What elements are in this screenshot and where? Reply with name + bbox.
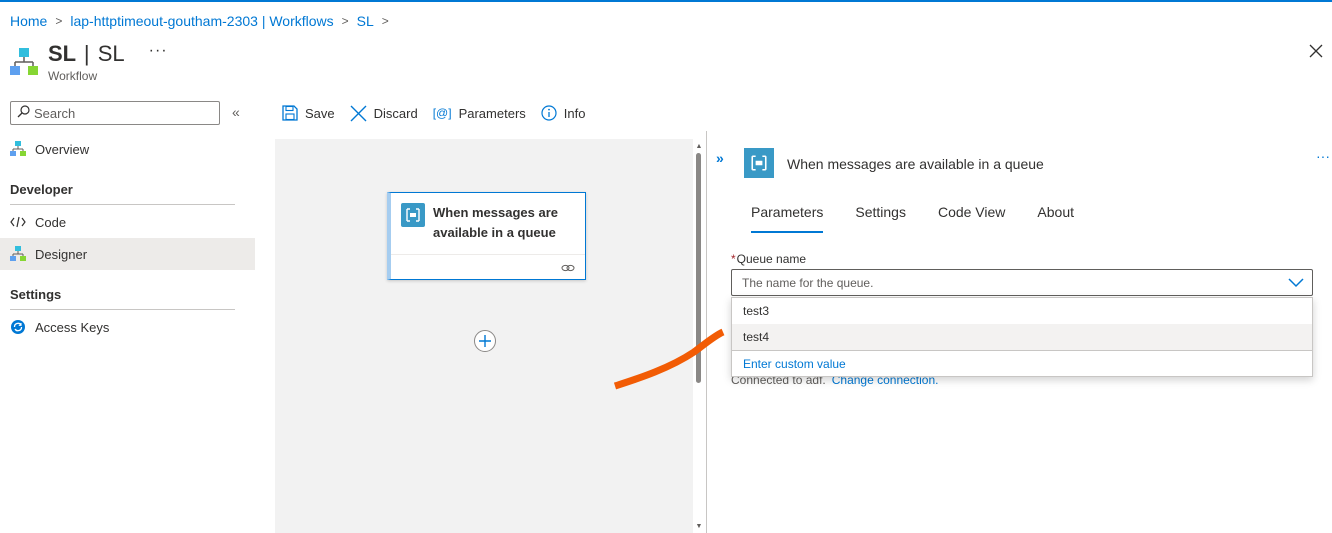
queue-name-placeholder: The name for the queue.	[742, 275, 874, 290]
tab-about[interactable]: About	[1021, 203, 1090, 233]
divider	[10, 204, 235, 205]
tab-settings[interactable]: Settings	[839, 203, 922, 233]
divider	[732, 350, 1312, 351]
sidebar-item-label: Access Keys	[35, 319, 110, 335]
search-icon	[17, 105, 30, 121]
info-button[interactable]: Info	[541, 105, 585, 121]
divider	[10, 309, 235, 310]
save-button[interactable]: Save	[282, 105, 335, 121]
option-test3[interactable]: test3	[732, 298, 1312, 324]
workflow-icon	[10, 141, 26, 157]
sidebar-item-overview[interactable]: Overview	[0, 133, 255, 165]
discard-icon	[350, 105, 367, 121]
sidebar-item-label: Overview	[35, 141, 90, 157]
trigger-card-title: When messages are available in a queue	[433, 205, 559, 240]
discard-button[interactable]: Discard	[350, 105, 418, 122]
collapse-sidebar-icon[interactable]: «	[232, 104, 240, 120]
code-icon	[10, 214, 26, 230]
queue-icon	[401, 203, 425, 227]
queue-options-menu: test3 test4 Enter custom value	[731, 297, 1313, 377]
tab-code-view[interactable]: Code View	[922, 203, 1021, 233]
breadcrumb-workflows[interactable]: lap-httptimeout-goutham-2303 | Workflows	[70, 13, 333, 29]
search-box[interactable]	[10, 101, 220, 125]
breadcrumb: Home > lap-httptimeout-goutham-2303 | Wo…	[10, 12, 397, 30]
enter-custom-value-option[interactable]: Enter custom value	[743, 357, 846, 371]
sidebar-item-label: Designer	[35, 246, 88, 262]
page-subtitle: Workflow	[48, 69, 98, 83]
scroll-up-icon[interactable]: ▲	[695, 143, 703, 151]
section-header-developer: Developer	[10, 182, 73, 197]
info-icon	[541, 105, 557, 121]
queue-name-label: *Queue name	[731, 252, 807, 266]
required-marker: *	[731, 252, 736, 266]
sidebar-item-designer[interactable]: Designer	[0, 238, 255, 270]
panel-tabs: Parameters Settings Code View About	[735, 203, 1090, 233]
queue-icon	[744, 148, 774, 178]
refresh-key-icon	[10, 319, 26, 335]
panel-more-icon[interactable]: ···	[1316, 148, 1330, 164]
chevron-right-icon: >	[381, 14, 389, 28]
queue-name-dropdown[interactable]: The name for the queue.	[731, 269, 1313, 296]
annotation-stroke	[613, 328, 725, 390]
save-icon	[282, 105, 298, 121]
add-step-button[interactable]	[474, 330, 496, 352]
sidebar-item-access-keys[interactable]: Access Keys	[0, 311, 255, 343]
breadcrumb-current[interactable]: SL	[357, 13, 374, 29]
tab-parameters[interactable]: Parameters	[735, 203, 839, 233]
link-icon	[561, 261, 575, 276]
panel-title: When messages are available in a queue	[787, 156, 1044, 172]
chevron-right-icon: >	[55, 14, 63, 28]
plus-icon	[479, 335, 491, 347]
parameters-button[interactable]: [@] Parameters	[433, 106, 526, 121]
expand-panel-icon[interactable]: »	[716, 150, 724, 166]
section-header-settings: Settings	[10, 287, 62, 302]
toolbar: Save Discard [@] Parameters Info	[282, 101, 600, 125]
trigger-card[interactable]: When messages are available in a queue	[387, 192, 586, 280]
page-header: SL | SL Workflow ···	[10, 42, 168, 86]
close-icon[interactable]	[1309, 44, 1329, 64]
more-options-icon[interactable]: ···	[149, 42, 168, 60]
parameters-icon: [@]	[432, 106, 452, 120]
workflow-icon	[10, 46, 38, 78]
scroll-down-icon[interactable]: ▼	[695, 523, 703, 531]
search-input[interactable]	[34, 105, 204, 121]
chevron-right-icon: >	[341, 14, 349, 28]
option-test4[interactable]: test4	[732, 324, 1312, 350]
chevron-down-icon	[1288, 276, 1304, 291]
sidebar-item-label: Code	[35, 214, 67, 230]
page-title: SL | SL	[48, 41, 125, 66]
sidebar-item-code[interactable]: Code	[0, 206, 255, 238]
designer-icon	[10, 246, 26, 262]
top-accent-line	[0, 0, 1332, 2]
breadcrumb-home[interactable]: Home	[10, 13, 47, 29]
